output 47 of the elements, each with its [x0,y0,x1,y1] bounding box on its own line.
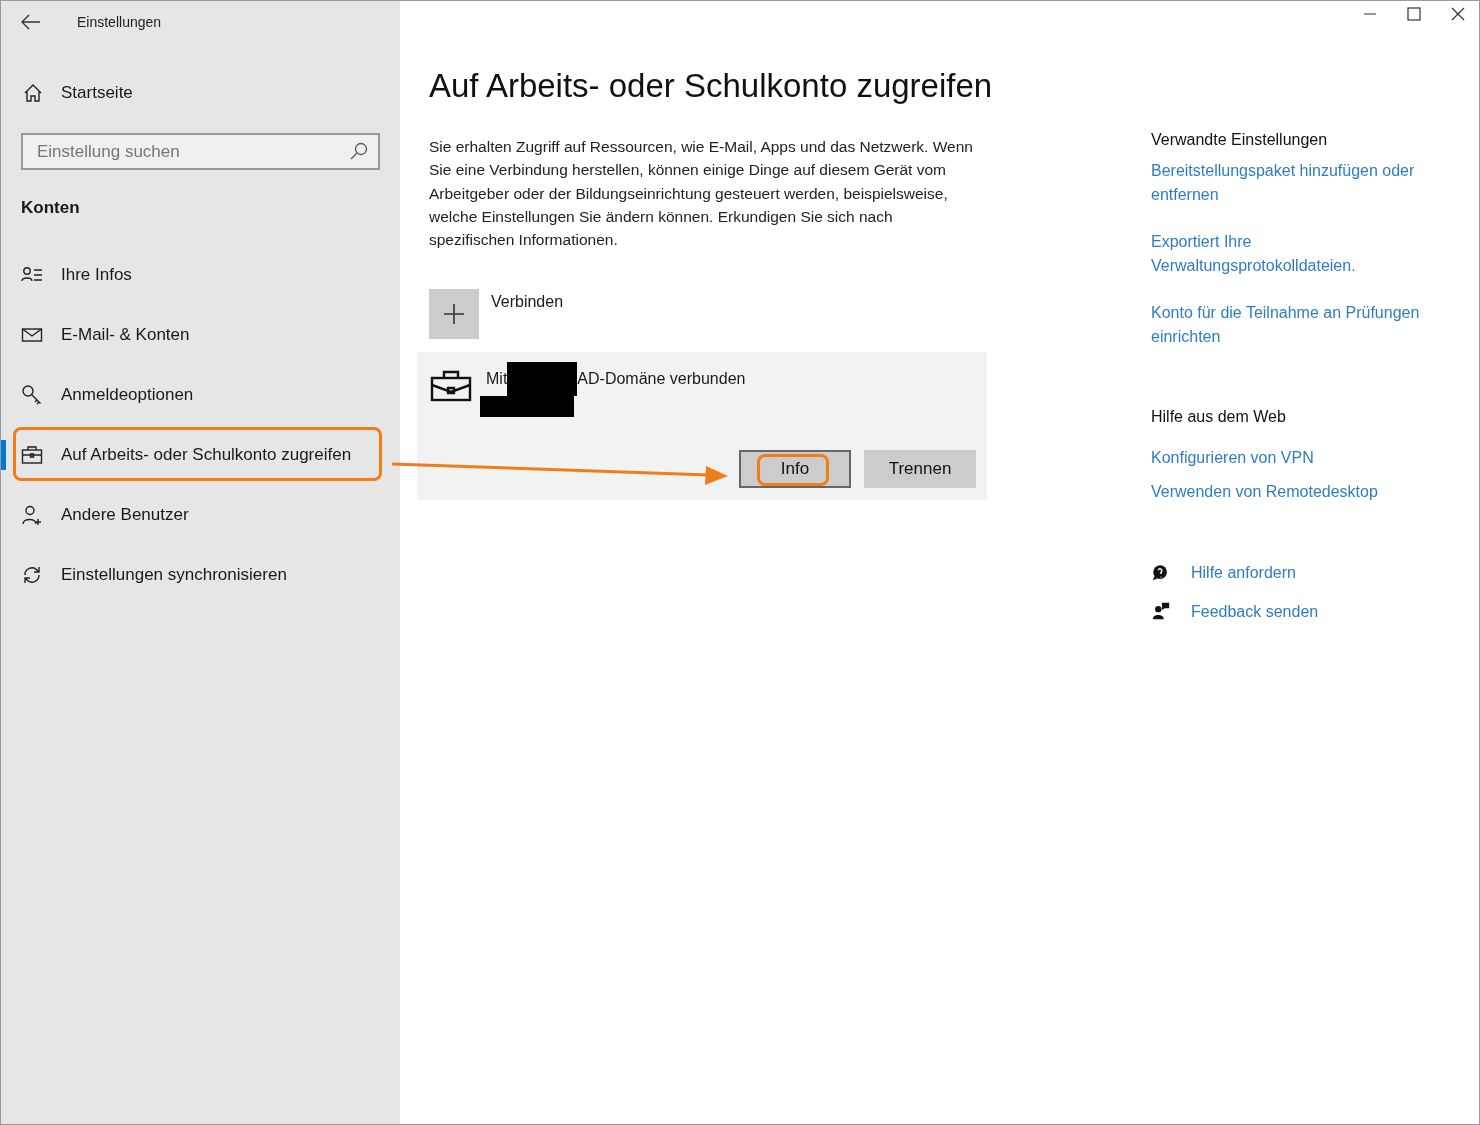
briefcase-icon [430,370,472,403]
nav-item[interactable]: Auf Arbeits- oder Schulkonto zugreifen [1,425,400,485]
account-button[interactable]: Trennen [864,450,976,489]
section-heading: Konten [21,198,80,218]
add-button[interactable] [429,289,479,340]
nav-label: Ihre Infos [61,265,132,285]
account-panel[interactable]: Mit AD-Domäne verbunden Info Trennen [417,352,987,501]
help-link[interactable]: Konfigurieren von VPN [1151,446,1451,470]
nav-item[interactable]: Andere Benutzer [1,485,400,545]
help-link[interactable]: Verwenden von Remotedesktop [1151,479,1451,503]
window-title: Einstellungen [77,14,162,30]
plus-icon [443,303,465,326]
description-text: Sie erhalten Zugriff auf Ressourcen, wie E-Mail, Apps und das Netzwerk. Wenn Sie eine Verbindung herstellen, können einige Dinge auf diesem Gerät vom Arbeitgeber oder der Bildungseinrichtung gesteuert werden, beispielsweise, welche Einstellungen Sie ändern können. Erkundigen Sie sich nach spezifischen Informationen. [429,137,974,251]
search-field[interactable]: Einstellung suchen [21,133,380,170]
back-arrow-icon[interactable] [21,14,41,30]
person-feedback-icon [1151,601,1171,622]
nav-item[interactable]: Anmeldeoptionen [1,365,400,425]
nav-item[interactable]: E-Mail- & Konten [1,305,400,365]
support-link[interactable]: Feedback senden [1191,599,1319,623]
nav-label: E-Mail- & Konten [61,325,190,345]
settings-link[interactable]: Exportiert Ihre Verwaltungsprotokolldateien. [1151,230,1451,277]
support-link[interactable]: Hilfe anfordern [1191,561,1296,585]
search-icon [350,142,368,160]
settings-link[interactable]: Bereitstellungspaket hinzufügen oder entfernen [1151,159,1451,206]
home-link[interactable]: Startseite [61,83,133,103]
page-title: Auf Arbeits- oder Schulkonto zugreifen [429,67,994,105]
nav-label: Auf Arbeits- oder Schulkonto zugreifen [61,445,352,465]
section-heading: Hilfe aus dem Web [1151,408,1287,426]
section-heading: Verwandte Einstellungen [1151,131,1329,149]
nav-label: Andere Benutzer [61,505,189,525]
account-text: Mit [486,370,508,389]
maximize-icon[interactable] [1407,7,1421,21]
nav-item[interactable]: Einstellungen synchronisieren [1,545,400,605]
highlight-ring [757,454,829,487]
account-text: AD-Domäne verbunden [577,370,746,389]
settings-link[interactable]: Konto für die Teilnahme an Prüfungen einrichten [1151,301,1451,348]
home-icon [23,83,43,103]
nav-label: Anmeldeoptionen [61,385,194,405]
close-icon[interactable] [1451,7,1465,21]
nav-label: Einstellungen synchronisieren [61,565,287,585]
briefcase-icon [21,444,43,466]
account-button[interactable]: Info [739,450,851,489]
key-icon [21,384,43,406]
nav-item[interactable]: Ihre Infos [1,245,400,305]
sync-icon [21,564,43,586]
person-add-icon [21,504,43,526]
connect-label[interactable]: Verbinden [491,293,564,340]
